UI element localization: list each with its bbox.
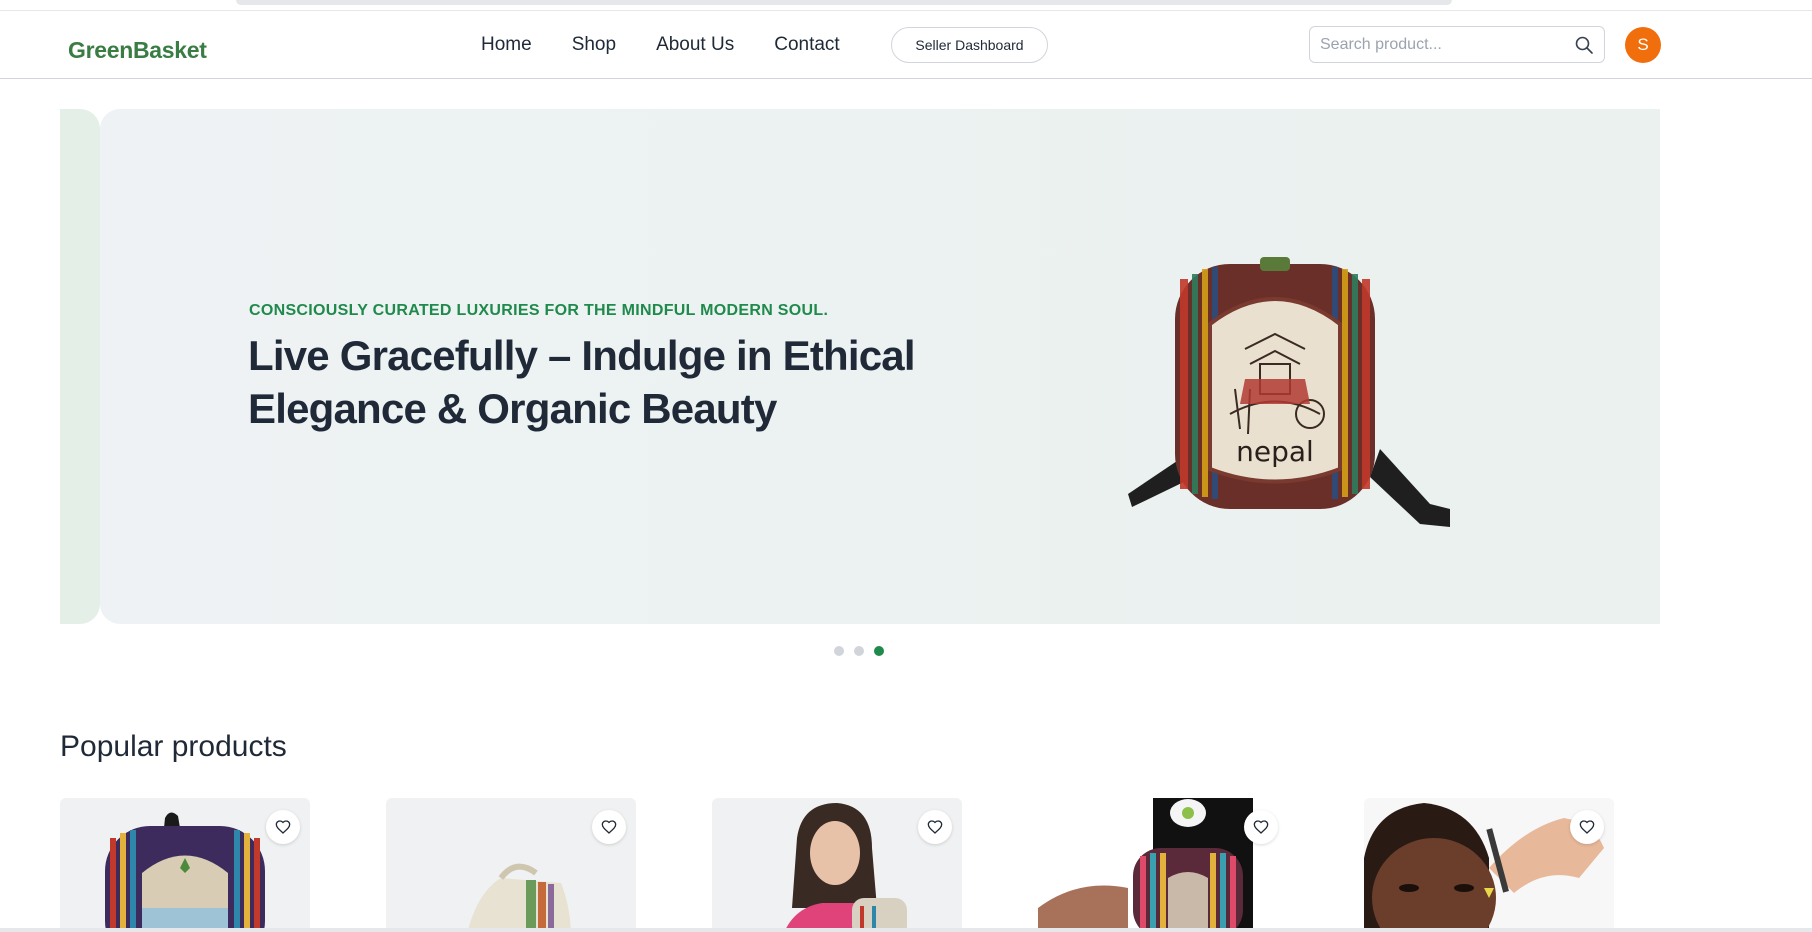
wishlist-button[interactable] (592, 810, 626, 844)
product-card[interactable] (712, 798, 962, 932)
nav-about-us[interactable]: About Us (656, 33, 734, 57)
top-scroll-bar (236, 0, 1452, 5)
seller-dashboard-button[interactable]: Seller Dashboard (891, 27, 1048, 63)
product-card[interactable] (386, 798, 636, 932)
hero-headline: Live Gracefully – Indulge in Ethical Ele… (248, 332, 916, 432)
search-input[interactable] (1320, 35, 1560, 55)
bottom-edge (0, 928, 1812, 932)
product-card[interactable] (1364, 798, 1614, 932)
search-icon[interactable] (1574, 35, 1594, 55)
site-header: GreenBasket Home Shop About Us Contact S… (0, 11, 1812, 79)
heart-icon (601, 820, 617, 834)
bag-print-text: nepal (1236, 435, 1314, 468)
browser-top-strip (0, 0, 1812, 11)
wishlist-button[interactable] (1570, 810, 1604, 844)
nav-contact[interactable]: Contact (774, 33, 839, 57)
site-logo[interactable]: GreenBasket (68, 37, 207, 64)
nav-home[interactable]: Home (481, 33, 532, 57)
wishlist-button[interactable] (1244, 810, 1278, 844)
hero-slide: CONSCIOUSLY CURATED LUXURIES FOR THE MIN… (100, 109, 1660, 624)
previous-slide-peek[interactable] (60, 109, 100, 624)
hero-carousel: CONSCIOUSLY CURATED LUXURIES FOR THE MIN… (60, 109, 1660, 624)
heart-icon (275, 820, 291, 834)
nav-shop[interactable]: Shop (572, 33, 616, 57)
search-box (1309, 26, 1605, 63)
product-card[interactable] (60, 798, 310, 932)
product-card[interactable] (1038, 798, 1288, 932)
wishlist-button[interactable] (918, 810, 952, 844)
heart-icon (927, 820, 943, 834)
hero-eyebrow: CONSCIOUSLY CURATED LUXURIES FOR THE MIN… (249, 302, 829, 319)
wishlist-button[interactable] (266, 810, 300, 844)
backpack-product-image: nepal (1128, 257, 1450, 527)
carousel-dots (834, 646, 894, 656)
carousel-dot-2[interactable] (854, 646, 864, 656)
popular-products-title: Popular products (60, 730, 287, 763)
heart-icon (1579, 820, 1595, 834)
user-avatar[interactable]: S (1625, 27, 1661, 63)
carousel-dot-3[interactable] (874, 646, 884, 656)
carousel-dot-1[interactable] (834, 646, 844, 656)
main-nav: Home Shop About Us Contact (481, 33, 880, 57)
heart-icon (1253, 820, 1269, 834)
